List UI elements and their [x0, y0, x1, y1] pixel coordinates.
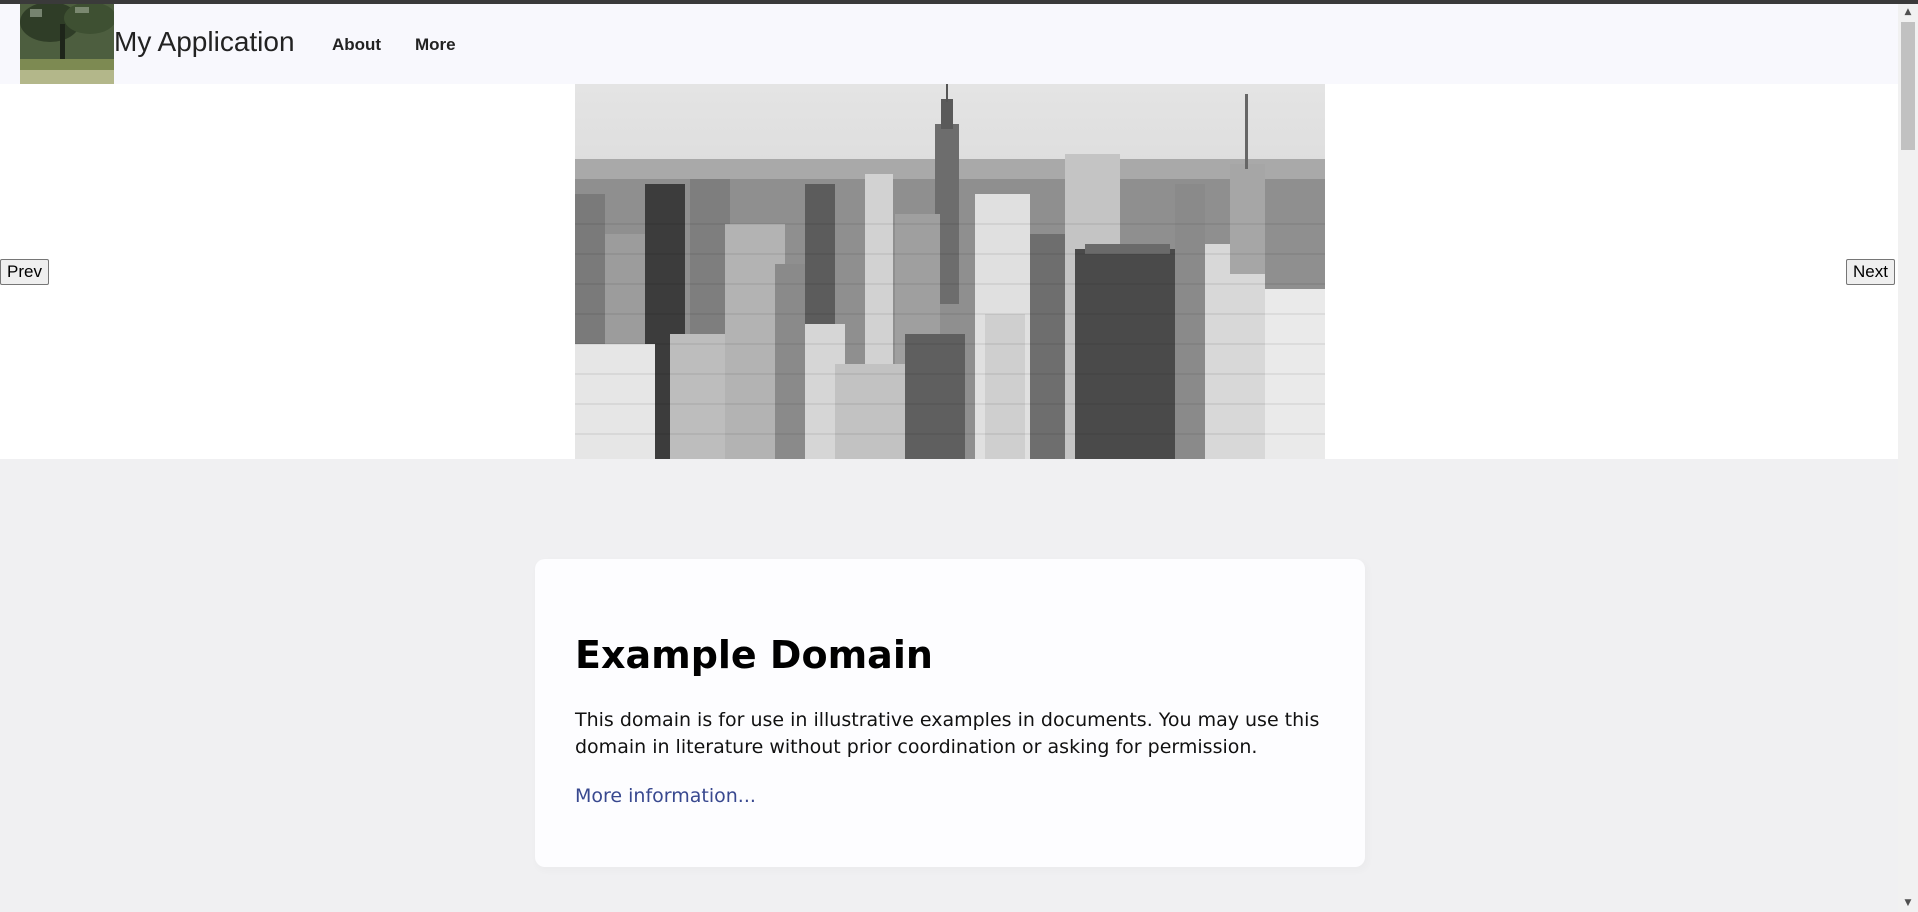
landscape-thumbnail-icon	[20, 4, 114, 86]
card-heading: Example Domain	[575, 633, 933, 677]
carousel-next-button[interactable]: Next	[1846, 259, 1895, 285]
scroll-down-arrow-icon[interactable]: ▼	[1898, 895, 1918, 912]
more-information-link[interactable]: More information...	[575, 785, 756, 807]
nav-link-more[interactable]: More	[415, 35, 456, 55]
scrollbar-thumb[interactable]	[1901, 22, 1915, 150]
logo-image[interactable]	[20, 4, 114, 86]
city-skyline-photo	[575, 84, 1325, 459]
vertical-scrollbar[interactable]: ▲ ▼	[1898, 4, 1918, 912]
content-card: Example Domain This domain is for use in…	[535, 559, 1365, 867]
card-body-text: This domain is for use in illustrative e…	[575, 709, 1320, 758]
scroll-up-arrow-icon[interactable]: ▲	[1898, 4, 1918, 21]
page: My Application About More Prev Next Exam…	[0, 4, 1898, 912]
navbar: My Application About More	[0, 4, 1898, 86]
image-carousel: Prev Next	[0, 84, 1898, 459]
carousel-prev-button[interactable]: Prev	[0, 259, 49, 285]
nav-link-about[interactable]: About	[332, 35, 381, 55]
carousel-slide-image	[575, 84, 1325, 459]
app-title[interactable]: My Application	[114, 26, 295, 58]
